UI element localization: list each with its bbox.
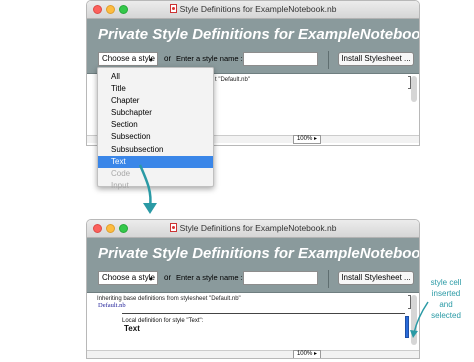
bottom-notebook-window: Style Definitions for ExampleNotebook.nb… — [86, 219, 420, 359]
install-stylesheet-button[interactable]: Install Stylesheet ... — [338, 52, 414, 66]
menu-item-section[interactable]: Section — [98, 119, 213, 131]
annotation-arrow-icon — [410, 301, 429, 338]
title-bar[interactable]: Style Definitions for ExampleNotebook.nb — [87, 1, 419, 19]
stylesheet-banner: Private Style Definitions for ExampleNot… — [87, 238, 419, 268]
title-bar[interactable]: Style Definitions for ExampleNotebook.nb — [87, 220, 419, 238]
choose-style-dropdown[interactable]: Choose a style ▼ — [98, 271, 158, 285]
chevron-down-icon: ▼ — [148, 277, 154, 283]
chevron-down-icon: ▼ — [148, 58, 154, 64]
install-stylesheet-button[interactable]: Install Stylesheet ... — [338, 271, 414, 285]
or-label: or — [164, 54, 172, 63]
default-nb-link[interactable]: Default.nb — [98, 302, 126, 309]
enter-style-name-label: Enter a style name : — [176, 273, 243, 282]
inherit-text-fragment: t "Default.nb" — [215, 77, 250, 83]
cell-insertion-line — [122, 313, 405, 314]
window-title: Style Definitions for ExampleNotebook.nb — [179, 4, 337, 14]
menu-item-all[interactable]: All — [98, 71, 213, 83]
zoom-menu[interactable]: 100% ▸ — [293, 350, 321, 358]
or-label: or — [164, 273, 172, 282]
menu-item-subchapter[interactable]: Subchapter — [98, 107, 213, 119]
status-bar: 100% ▸ — [87, 350, 419, 358]
enter-style-name-label: Enter a style name : — [176, 54, 243, 63]
style-toolbar: Choose a style ▼ or Enter a style name :… — [87, 268, 419, 293]
toolbar-divider — [328, 51, 329, 69]
stylesheet-banner: Private Style Definitions for ExampleNot… — [87, 19, 419, 49]
notebook-document-icon — [169, 223, 177, 232]
toolbar-divider — [328, 270, 329, 288]
menu-item-chapter[interactable]: Chapter — [98, 95, 213, 107]
style-name-input[interactable] — [243, 52, 318, 66]
style-name-input[interactable] — [243, 271, 318, 285]
menu-item-subsection[interactable]: Subsection — [98, 131, 213, 143]
menu-item-title[interactable]: Title — [98, 83, 213, 95]
menu-item-subsubsection[interactable]: Subsubsection — [98, 144, 213, 156]
transition-arrow-icon — [138, 164, 157, 214]
choose-style-dropdown[interactable]: Choose a style ▼ — [98, 52, 158, 66]
style-cell-text[interactable]: Text — [124, 324, 140, 333]
zoom-menu[interactable]: 100% ▸ — [293, 135, 321, 144]
vertical-scrollbar[interactable] — [411, 76, 417, 102]
window-title: Style Definitions for ExampleNotebook.nb — [179, 223, 337, 233]
notebook-document-icon — [169, 4, 177, 13]
